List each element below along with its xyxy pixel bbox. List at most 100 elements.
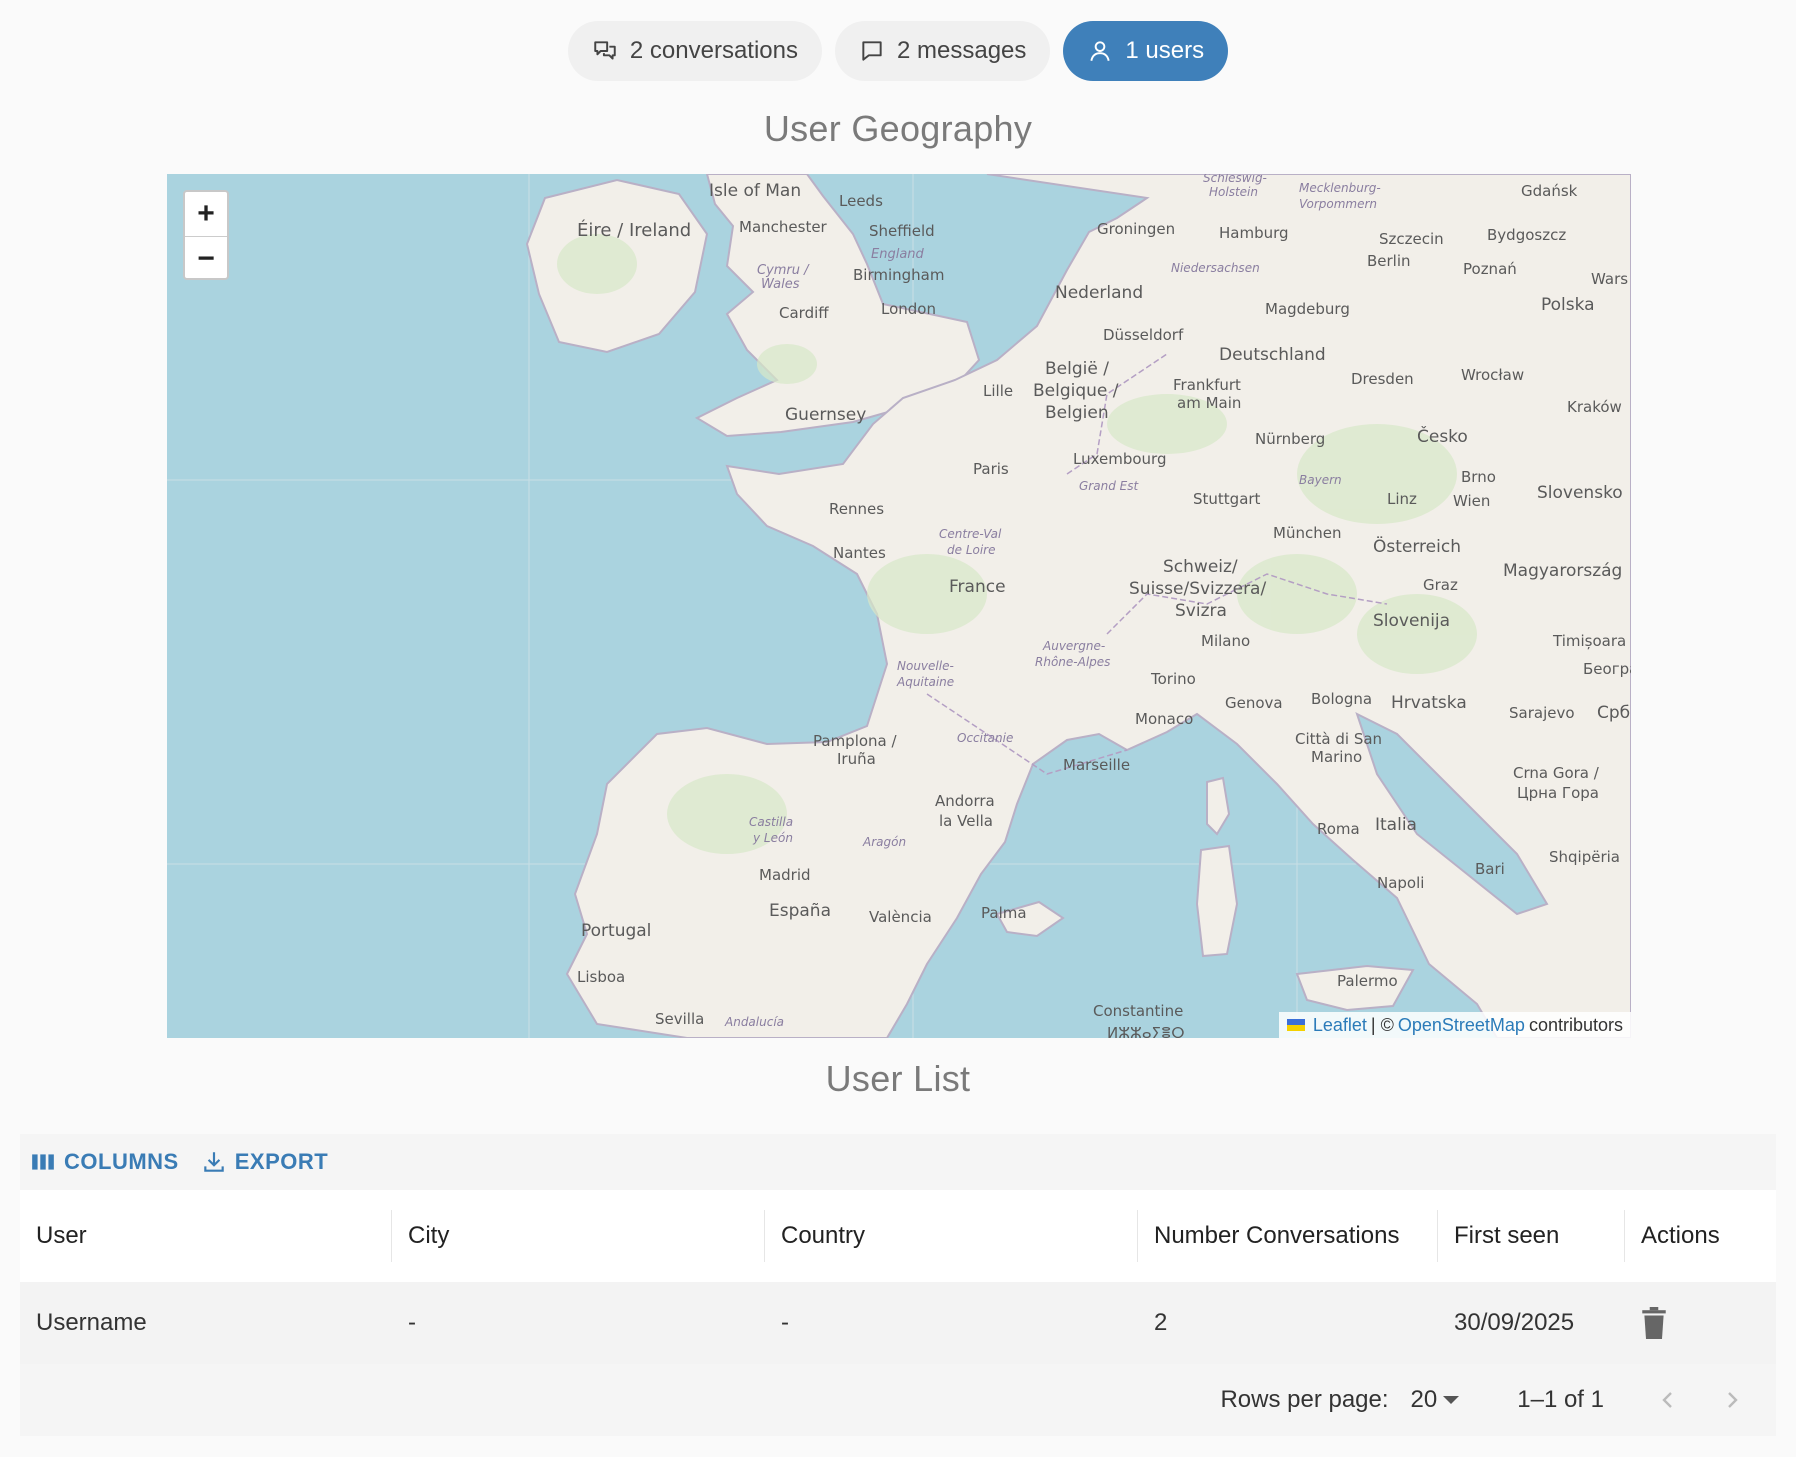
messages-pill[interactable]: 2 messages [834, 21, 1051, 81]
cell-country: - [781, 1309, 789, 1336]
map-label-aquitaine: Aquitaine [896, 675, 954, 689]
map-label-rhone: Rhône-Alpes [1035, 655, 1110, 669]
map-label-cardiff: Cardiff [779, 304, 829, 322]
map-label-magyarorszag: Magyarország [1503, 561, 1622, 581]
map-tiles[interactable]: Isle of Man Leeds Éire / Ireland Manches… [167, 174, 1631, 1038]
map-label-bayern: Bayern [1299, 473, 1342, 487]
map-label-hrvatska: Hrvatska [1391, 693, 1467, 713]
conversations-pill[interactable]: 2 conversations [567, 21, 822, 81]
map-label-nederland: Nederland [1055, 283, 1143, 303]
cell-user: Username [36, 1309, 147, 1336]
map-label-guernsey: Guernsey [785, 405, 866, 425]
map-label-svizra: Svizra [1175, 601, 1227, 621]
map-label-london: London [881, 300, 936, 318]
map-label-napoli: Napoli [1377, 874, 1424, 892]
table-row[interactable]: Username - - 2 30/09/2025 [20, 1282, 1776, 1364]
conversations-count: 2 conversations [629, 37, 798, 64]
map-label-birmingham: Birmingham [853, 266, 944, 284]
map-label-luxembourg: Luxembourg [1073, 450, 1167, 468]
conversations-icon [594, 41, 616, 60]
map-label-la-vella: la Vella [939, 812, 993, 830]
map-label-shqiperia: Shqipëria [1549, 848, 1620, 866]
previous-page-button[interactable] [1648, 1380, 1688, 1420]
export-button[interactable]: EXPORT [201, 1149, 328, 1175]
map-label-constantine: Constantine [1093, 1002, 1183, 1020]
map-label-belgien: Belgien [1045, 403, 1109, 423]
map-label-slovensko: Slovensko [1537, 483, 1623, 503]
map-label-vorpommern: Vorpommern [1299, 197, 1377, 211]
map-label-dresden: Dresden [1351, 370, 1414, 388]
rows-per-page-value: 20 [1410, 1386, 1438, 1413]
cell-first-seen: 30/09/2025 [1454, 1309, 1575, 1336]
map-label-osterreich: Österreich [1373, 535, 1461, 557]
column-header-number-conversations[interactable]: Number Conversations [1138, 1190, 1438, 1282]
cell-conversations: 2 [1154, 1309, 1168, 1336]
map-label-wales: Wales [761, 277, 800, 292]
column-header-user[interactable]: User [20, 1190, 392, 1282]
user-geography-map[interactable]: Isle of Man Leeds Éire / Ireland Manches… [167, 174, 1631, 1038]
map-label-niedersachsen: Niedersachsen [1171, 261, 1260, 275]
cell-city: - [408, 1309, 416, 1336]
map-label-monaco: Monaco [1135, 710, 1193, 728]
zoom-out-button[interactable]: − [185, 237, 227, 281]
zoom-in-button[interactable]: + [185, 192, 227, 237]
delete-icon[interactable] [1641, 1307, 1667, 1339]
map-label-berlin: Berlin [1367, 252, 1411, 270]
map-label-belgie: België / [1045, 359, 1109, 379]
leaflet-link[interactable]: Leaflet [1313, 1015, 1367, 1036]
map-label-sheffield: Sheffield [869, 222, 935, 240]
map-label-palermo: Palermo [1337, 972, 1398, 990]
map-label-lisboa: Lisboa [577, 968, 625, 986]
map-label-pamplona: Pamplona / [813, 732, 898, 750]
map-label-castilla: Castilla [749, 815, 793, 829]
map-label-torino: Torino [1150, 670, 1196, 688]
map-label-stuttgart: Stuttgart [1193, 490, 1261, 508]
map-label-crna: Crna Gora / [1513, 764, 1600, 782]
column-header-city[interactable]: City [392, 1190, 765, 1282]
map-label-suisse: Suisse/Svizzera/ [1129, 579, 1266, 599]
map-label-gdansk: Gdańsk [1521, 182, 1578, 200]
map-label-paris: Paris [973, 460, 1009, 478]
map-label-wroclaw: Wrocław [1461, 366, 1524, 384]
map-label-milano: Milano [1201, 632, 1250, 650]
map-label-deutschland: Deutschland [1219, 345, 1326, 365]
map-label-manchester: Manchester [739, 218, 828, 236]
map-label-timisoara: Timișoara [1552, 632, 1626, 650]
map-label-magdeburg: Magdeburg [1265, 300, 1350, 318]
map-label-graz: Graz [1423, 576, 1458, 594]
columns-button[interactable]: COLUMNS [30, 1149, 179, 1175]
map-label-eire: Éire / Ireland [577, 219, 691, 241]
map-label-grand-est: Grand Est [1079, 479, 1139, 493]
map-label-italia: Italia [1375, 815, 1417, 835]
map-label-roma: Roma [1317, 820, 1360, 838]
openstreetmap-link[interactable]: OpenStreetMap [1398, 1015, 1525, 1036]
map-label-belgique: Belgique / [1033, 381, 1119, 401]
map-label-espana: España [769, 901, 831, 921]
map-label-y-leon: y León [752, 831, 793, 845]
map-label-bologna: Bologna [1311, 690, 1372, 708]
rows-per-page-select[interactable]: 20 [1411, 1386, 1460, 1414]
column-header-country[interactable]: Country [765, 1190, 1138, 1282]
columns-label: COLUMNS [64, 1149, 179, 1174]
columns-icon [32, 1154, 54, 1170]
sardinia-land [1195, 844, 1239, 958]
map-label-occitanie: Occitanie [957, 731, 1013, 745]
caret-down-icon [1443, 1396, 1460, 1404]
corsica-land [1206, 776, 1231, 836]
map-label-crna2: Црна Гора [1517, 784, 1599, 802]
map-label-dusseldorf: Düsseldorf [1103, 326, 1184, 344]
chevron-left-icon [1662, 1392, 1672, 1408]
map-label-polska: Polska [1541, 295, 1595, 315]
map-label-holstein: Holstein [1209, 185, 1258, 199]
column-header-actions: Actions [1641, 1222, 1720, 1249]
map-label-bari: Bari [1475, 860, 1505, 878]
map-label-madrid: Madrid [759, 866, 811, 884]
next-page-button[interactable] [1712, 1380, 1752, 1420]
map-label-andalucia: Andalucía [724, 1015, 784, 1029]
map-label-frankfurt: Frankfurt [1173, 376, 1241, 394]
users-pill[interactable]: 1 users [1063, 21, 1229, 81]
column-header-first-seen[interactable]: First seen [1438, 1190, 1625, 1282]
map-label-lille: Lille [983, 382, 1013, 400]
map-label-citta: Città di San [1295, 730, 1382, 748]
user-list-title: User List [825, 1058, 971, 1099]
